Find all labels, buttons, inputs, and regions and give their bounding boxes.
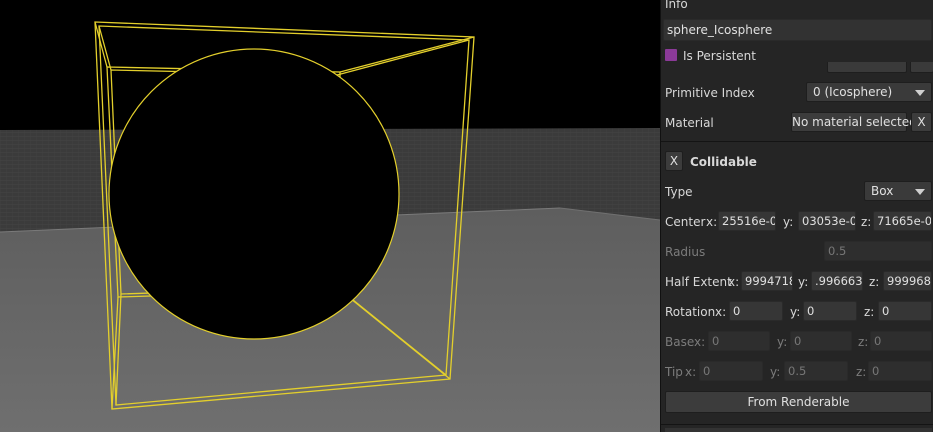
primitive-index-label: Primitive Index [665,86,755,100]
collider-type-value: Box [871,184,894,198]
remove-collidable-button[interactable]: X [665,151,683,171]
base-label: Base [665,335,695,349]
icosphere [108,48,400,340]
from-renderable-button[interactable]: From Renderable [665,391,932,413]
center-x-label: x: [706,215,718,229]
tip-x-label: x: [685,365,697,379]
base-x-label: x: [694,335,706,349]
chevron-down-icon [915,90,925,96]
center-x-field[interactable]: 25516e-07 [718,211,776,231]
rotation-z-label: z: [864,305,875,319]
type-label: Type [665,185,693,199]
next-section-partial [665,428,932,432]
rotation-z-field[interactable]: 0 [878,301,932,321]
tip-label: Tip [665,365,683,379]
material-clear-button[interactable]: X [911,112,932,132]
tip-x-field: 0 [699,361,763,381]
half-extent-z-label: z: [869,275,880,289]
center-y-field[interactable]: 03053e-08 [798,211,856,231]
persistent-checkbox[interactable] [665,49,677,61]
half-extent-label: Half Extent [665,275,732,289]
material-label: Material [665,116,714,130]
scene-viewport[interactable] [0,0,660,432]
hidden-button-partial[interactable] [827,62,907,73]
info-header: Info [665,0,688,11]
hidden-button-partial-2[interactable] [910,62,933,73]
collider-type-dropdown[interactable]: Box [864,181,932,201]
rotation-label: Rotation [665,305,716,319]
rotation-x-field[interactable]: 0 [729,301,783,321]
section-divider-bottom [661,424,933,425]
primitive-index-value: 0 (Icosphere) [813,85,893,99]
half-extent-x-field[interactable]: 9994718 [741,271,793,291]
entity-name-field[interactable]: sphere_Icosphere [663,19,932,41]
radius-label: Radius [665,245,706,259]
base-z-label: z: [858,335,869,349]
base-y-field: 0 [790,331,852,351]
radius-field: 0.5 [824,241,932,261]
half-extent-z-field[interactable]: 9999683 [883,271,932,291]
half-extent-x-label: x: [728,275,740,289]
base-z-field: 0 [870,331,932,351]
collidable-title: Collidable [690,155,757,169]
primitive-index-dropdown[interactable]: 0 (Icosphere) [806,82,932,102]
chevron-down-icon [915,189,925,195]
base-y-label: y: [777,335,788,349]
center-z-field[interactable]: 71665e-08 [873,211,932,231]
rotation-y-label: y: [790,305,801,319]
half-extent-y-field[interactable]: .9966634 [811,271,863,291]
scene-render [0,0,660,432]
tip-y-field: 0.5 [784,361,848,381]
base-x-field: 0 [708,331,770,351]
persistent-label: Is Persistent [683,49,756,63]
tip-z-label: z: [856,365,867,379]
center-label: Center [665,215,706,229]
rotation-x-label: x: [715,305,727,319]
center-z-label: z: [861,215,872,229]
inspector-panel: Info sphere_Icosphere Is Persistent Prim… [660,0,933,432]
half-extent-y-label: y: [798,275,809,289]
material-select-button[interactable]: No material selected [791,112,917,132]
center-y-label: y: [783,215,794,229]
section-divider [661,141,933,142]
rotation-y-field[interactable]: 0 [803,301,857,321]
tip-z-field: 0 [868,361,932,381]
tip-y-label: y: [770,365,781,379]
